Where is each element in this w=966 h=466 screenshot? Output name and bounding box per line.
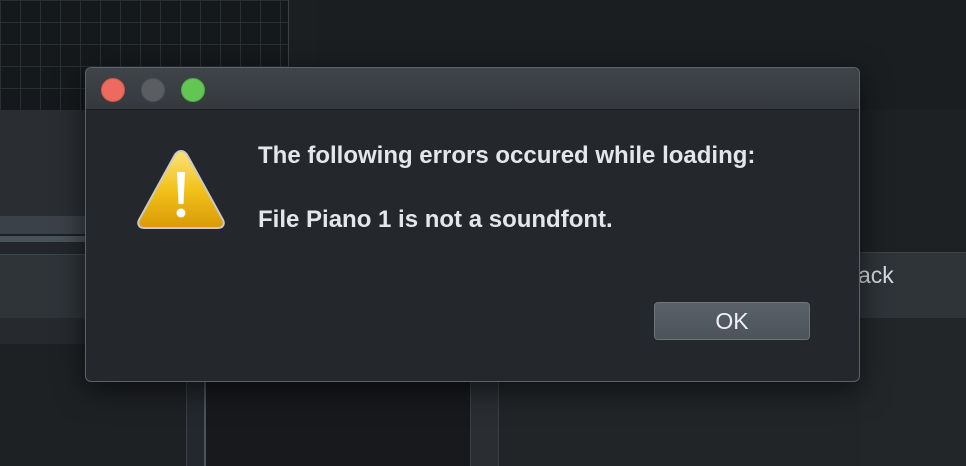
left-strip: [0, 216, 90, 234]
error-message-heading: The following errors occured while loadi…: [258, 142, 756, 169]
warning-icon: [137, 149, 225, 229]
bottom-panel: [204, 382, 472, 466]
maximize-window-button[interactable]: [181, 78, 205, 102]
error-dialog: The following errors occured while loadi…: [85, 67, 860, 382]
left-strip: [0, 242, 90, 254]
bottom-panel: [470, 382, 499, 466]
ok-button[interactable]: OK: [654, 302, 810, 340]
left-lower-panel: [0, 318, 90, 344]
right-lower-panel: [858, 318, 966, 466]
left-toolbar: [0, 254, 90, 319]
error-message-detail: File Piano 1 is not a soundfont.: [258, 206, 613, 233]
dialog-titlebar[interactable]: [86, 68, 859, 110]
minimize-window-button: [141, 78, 165, 102]
background-partial-label: ack: [858, 262, 894, 288]
left-panel: [0, 110, 90, 220]
bottom-panel: [186, 382, 205, 466]
close-window-button[interactable]: [101, 78, 125, 102]
bottom-panel: [498, 382, 859, 466]
